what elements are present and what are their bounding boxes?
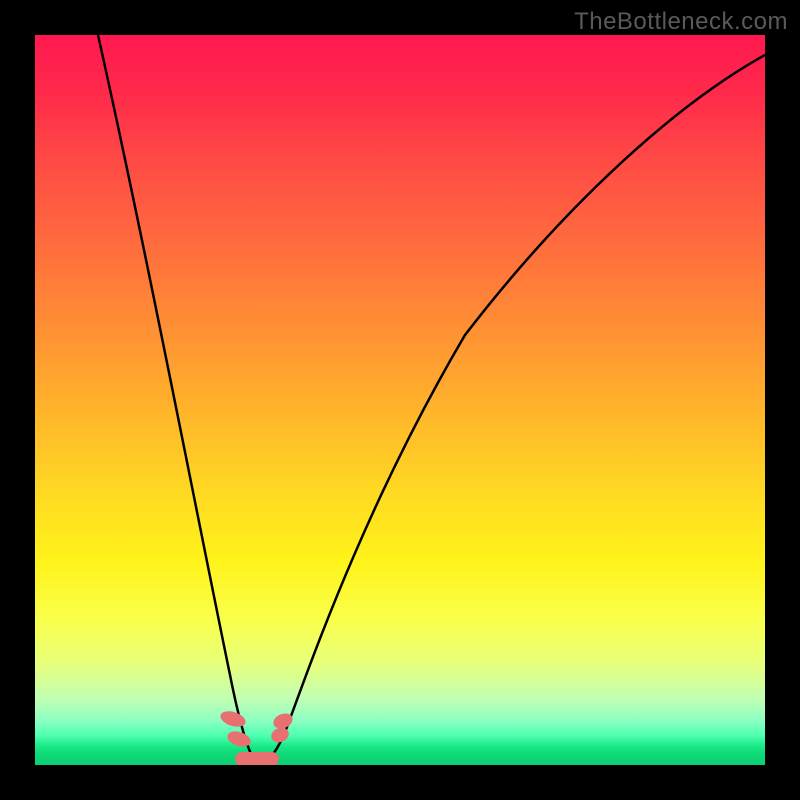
left-branch [98,35,262,761]
attribution-text: TheBottleneck.com [574,8,788,36]
right-branch [262,55,765,761]
chart-frame: TheBottleneck.com [0,0,800,800]
plot-area [35,35,765,765]
bottom-marker [235,752,279,765]
marker-group [218,708,294,765]
left-marker-upper [218,708,247,729]
curve-overlay [35,35,765,765]
